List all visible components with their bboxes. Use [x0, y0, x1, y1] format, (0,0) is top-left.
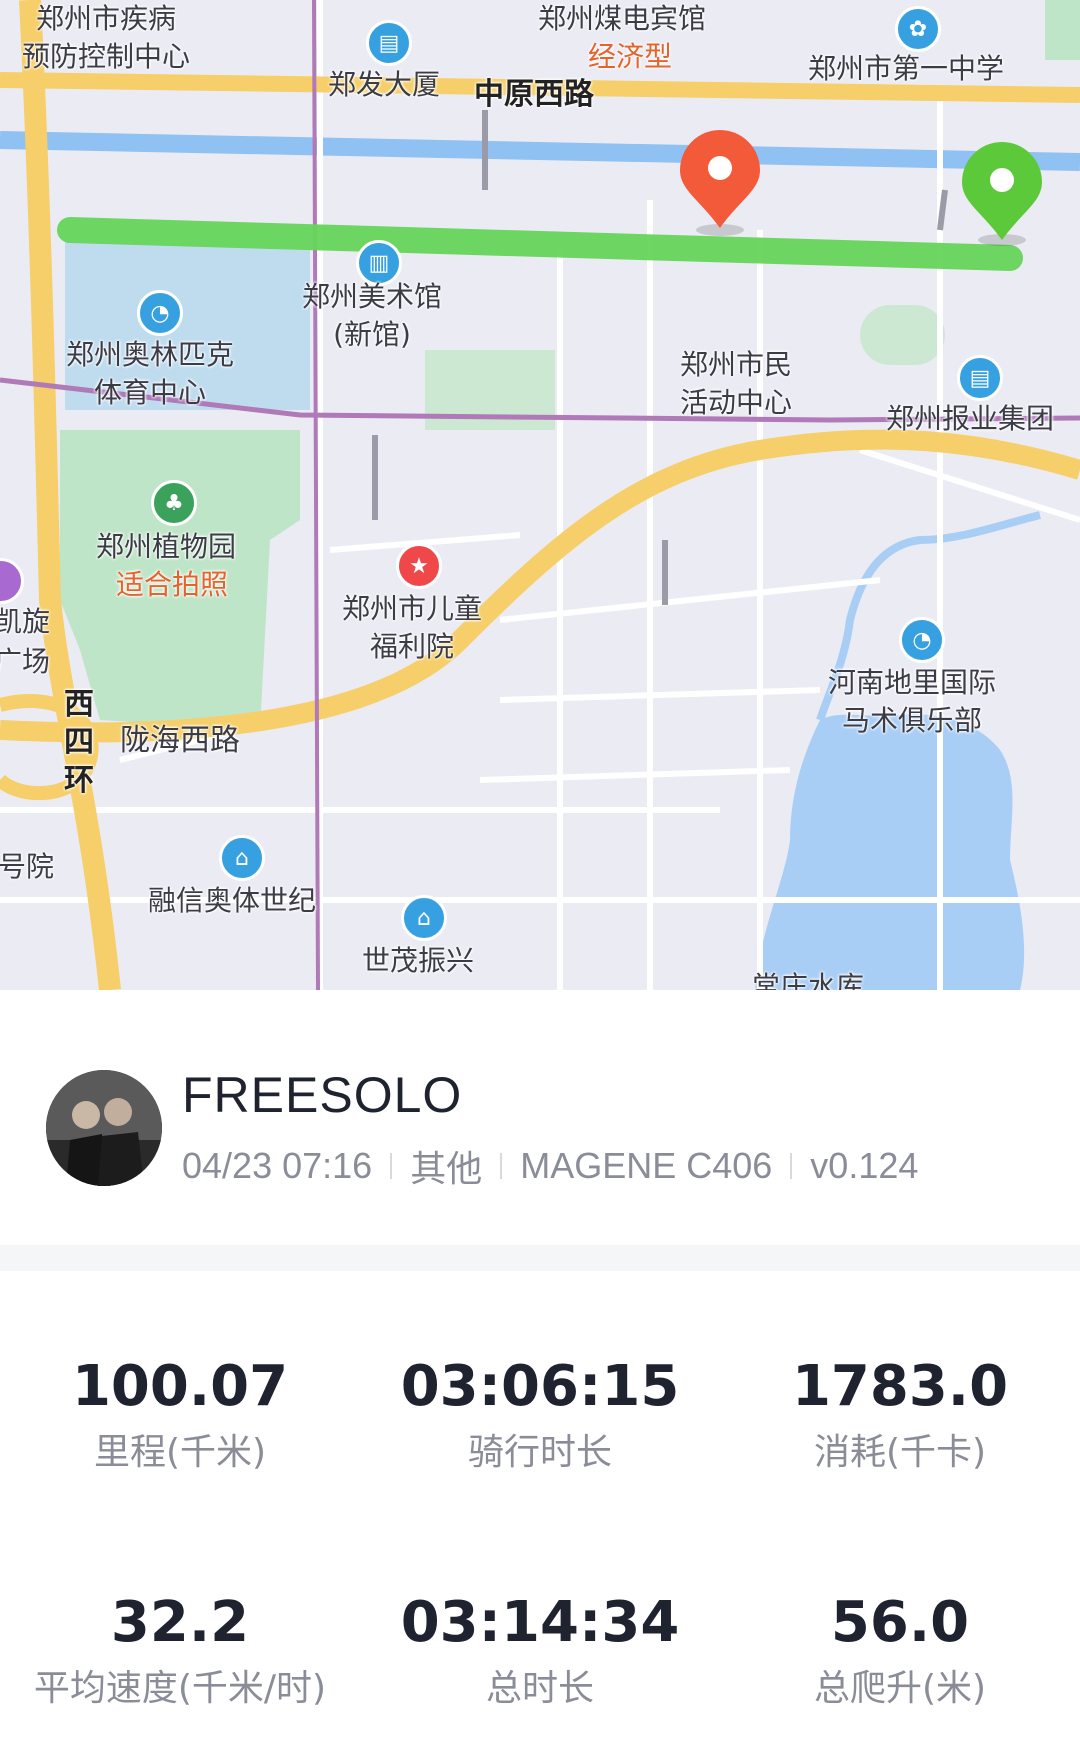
ride-device: MAGENE C406	[520, 1145, 773, 1186]
map-label-botanic-tag: 适合拍照	[116, 568, 229, 601]
sports-icon[interactable]: ◔	[137, 290, 183, 336]
ride-profile: FREESOLO 04/23 07:16 其他 MAGENE C406 v0.1…	[0, 990, 1080, 1245]
school-icon[interactable]: ✿	[895, 6, 941, 52]
house-icon[interactable]: ⌂	[219, 835, 265, 881]
stat-ride-time: 03:06:15 骑行时长	[360, 1355, 720, 1473]
stat-elevation-gain: 56.0 总爬升(米)	[720, 1591, 1080, 1709]
stat-value: 1783.0	[791, 1354, 1009, 1419]
map-label-equestrian: 河南地里国际 马术俱乐部	[828, 666, 997, 737]
stat-distance: 100.07 里程(千米)	[0, 1355, 360, 1473]
section-divider	[0, 1245, 1080, 1271]
stat-label: 总时长	[485, 1668, 594, 1709]
green-block-2	[860, 305, 945, 365]
green-strip	[1045, 0, 1080, 60]
app-version: v0.124	[810, 1145, 919, 1186]
meta-separator	[790, 1153, 793, 1179]
stat-label: 平均速度(千米/时)	[33, 1668, 327, 1709]
stat-label: 骑行时长	[467, 1432, 612, 1473]
map-label-haoyuan: 号院	[0, 850, 55, 883]
map-label-school: 郑州市第一中学	[808, 52, 1005, 85]
map-label-kaixuan: 凯旋 广场	[0, 605, 51, 678]
map-label-children: 郑州市儿童 福利院	[342, 592, 483, 663]
map-label-shimao: 世茂振兴	[362, 944, 475, 977]
map-label-newspaper: 郑州报业集团	[886, 402, 1055, 435]
stat-value: 03:14:34	[400, 1590, 680, 1655]
meta-separator	[500, 1153, 503, 1179]
sports-icon[interactable]: ◔	[899, 617, 945, 663]
avatar-image	[46, 1070, 162, 1186]
map-label-longhai-road: 陇海西路	[120, 723, 240, 758]
reservoir-water	[755, 714, 1025, 990]
stat-total-time: 03:14:34 总时长	[360, 1591, 720, 1709]
ride-datetime: 04/23 07:16	[182, 1145, 373, 1186]
map-label-rongxin: 融信奥体世纪	[148, 884, 317, 917]
map-label-zhengfa: 郑发大厦	[328, 68, 441, 101]
stat-calories: 1783.0 消耗(千卡)	[720, 1355, 1080, 1473]
ride-category: 其他	[410, 1148, 483, 1189]
map-label-botanic: 郑州植物园	[96, 530, 237, 563]
map-label-zhongyuan-road: 中原西路	[474, 77, 594, 112]
stat-label: 里程(千米)	[93, 1432, 267, 1473]
stat-label: 消耗(千卡)	[813, 1432, 987, 1473]
start-pin	[962, 142, 1042, 246]
username: FREESOLO	[182, 1067, 463, 1123]
stat-value: 03:06:15	[400, 1354, 680, 1419]
ride-meta: 04/23 07:16 其他 MAGENE C406 v0.124	[182, 1140, 918, 1192]
stat-value: 56.0	[830, 1590, 970, 1655]
end-pin	[680, 130, 760, 236]
house-icon[interactable]: ⌂	[401, 895, 447, 941]
stat-avg-speed: 32.2 平均速度(千米/时)	[0, 1591, 360, 1709]
map-label-reservoir: 常庄水库	[752, 970, 865, 990]
map-label-west-4th-ring: 西 四 环	[64, 687, 94, 798]
building-icon[interactable]: ▤	[957, 355, 1003, 401]
map-label-civic-center: 郑州市民 活动中心	[680, 348, 793, 419]
tree-icon[interactable]: ♣	[151, 480, 197, 526]
stat-value: 32.2	[110, 1590, 250, 1655]
map-label-hotel: 郑州煤电宾馆	[538, 2, 707, 35]
canal	[0, 131, 1080, 171]
stat-label: 总爬升(米)	[813, 1668, 987, 1709]
route-map[interactable]: ▤ ✿ ▥ ◔ ▤ ♣ ★ ◔ ⌂ ⌂ 郑州市疾病 预防控制中心 郑州煤电宾馆 …	[0, 0, 1080, 990]
map-label-cdc: 郑州市疾病 预防控制中心	[22, 2, 191, 73]
map-label-hotel-tag: 经济型	[588, 40, 673, 73]
meta-separator	[390, 1153, 393, 1179]
star-icon[interactable]: ★	[396, 543, 442, 589]
stat-value: 100.07	[71, 1354, 289, 1419]
map-label-olympic: 郑州奥林匹克 体育中心	[66, 338, 235, 409]
building-icon[interactable]: ▤	[366, 20, 412, 66]
avatar[interactable]	[46, 1070, 162, 1186]
map-label-art-museum: 郑州美术馆 (新馆)	[302, 280, 443, 351]
